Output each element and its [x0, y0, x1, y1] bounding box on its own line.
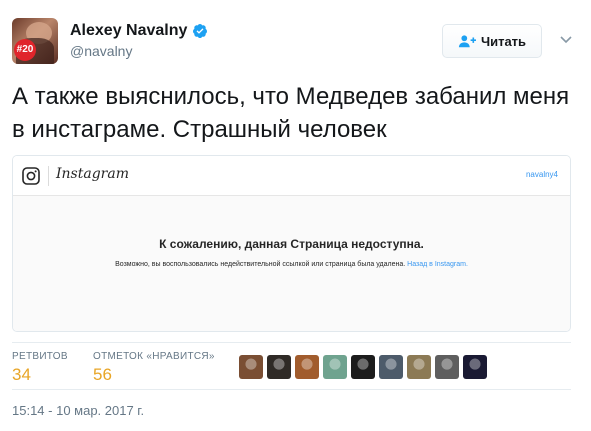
retweets-stat[interactable]: РЕТВИТОВ 34: [12, 351, 68, 385]
liker-avatar-3[interactable]: [295, 355, 319, 379]
follow-button-label: Читать: [480, 33, 527, 49]
user-handle[interactable]: @navalny: [70, 43, 208, 59]
follow-button[interactable]: Читать: [442, 24, 542, 58]
likes-count: 56: [93, 365, 112, 384]
instagram-username-link[interactable]: navalny4: [526, 170, 558, 179]
likers-avatars: [239, 355, 487, 379]
instagram-error-text: Возможно, вы воспользовались недействите…: [115, 261, 406, 268]
liker-avatar-9[interactable]: [463, 355, 487, 379]
liker-avatar-7[interactable]: [407, 355, 431, 379]
instagram-error-message: Возможно, вы воспользовались недействите…: [13, 261, 570, 268]
likes-stat[interactable]: ОТМЕТОК «НРАВИТСЯ» 56: [93, 351, 215, 385]
avatar[interactable]: #20: [12, 18, 58, 64]
retweets-label: РЕТВИТОВ: [12, 351, 68, 362]
instagram-header-bar: Instagram navalny4: [13, 156, 570, 196]
liker-avatar-6[interactable]: [379, 355, 403, 379]
liker-avatar-1[interactable]: [239, 355, 263, 379]
instagram-camera-icon[interactable]: [22, 167, 40, 185]
tweet-header: #20 Alexey Navalny @navalny Читать: [12, 12, 579, 72]
retweets-count: 34: [12, 365, 31, 384]
user-info: Alexey Navalny @navalny: [70, 22, 208, 59]
instagram-header-divider: [48, 166, 49, 186]
liker-avatar-4[interactable]: [323, 355, 347, 379]
tweet-stats: РЕТВИТОВ 34 ОТМЕТОК «НРАВИТСЯ» 56: [12, 342, 571, 390]
avatar-badge: #20: [14, 39, 36, 61]
instagram-error-title: К сожалению, данная Страница недоступна.: [159, 237, 424, 251]
tweet-text: А также выяснилось, что Медведев забанил…: [12, 83, 570, 143]
name-row: Alexey Navalny: [70, 22, 208, 40]
instagram-back-link[interactable]: Назад в Instagram.: [407, 261, 468, 268]
liker-avatar-2[interactable]: [267, 355, 291, 379]
liker-avatar-8[interactable]: [435, 355, 459, 379]
chevron-down-icon[interactable]: [559, 32, 573, 46]
instagram-embed-card[interactable]: Instagram navalny4 К сожалению, данная С…: [12, 155, 571, 332]
instagram-error-body: К сожалению, данная Страница недоступна.…: [13, 196, 570, 331]
follow-person-icon: [458, 35, 476, 48]
liker-avatar-5[interactable]: [351, 355, 375, 379]
likes-label: ОТМЕТОК «НРАВИТСЯ»: [93, 351, 215, 362]
user-fullname[interactable]: Alexey Navalny: [70, 22, 187, 40]
instagram-wordmark[interactable]: Instagram: [56, 166, 129, 182]
tweet-timestamp[interactable]: 15:14 - 10 мар. 2017 г.: [12, 403, 144, 418]
verified-badge-icon: [193, 24, 208, 39]
